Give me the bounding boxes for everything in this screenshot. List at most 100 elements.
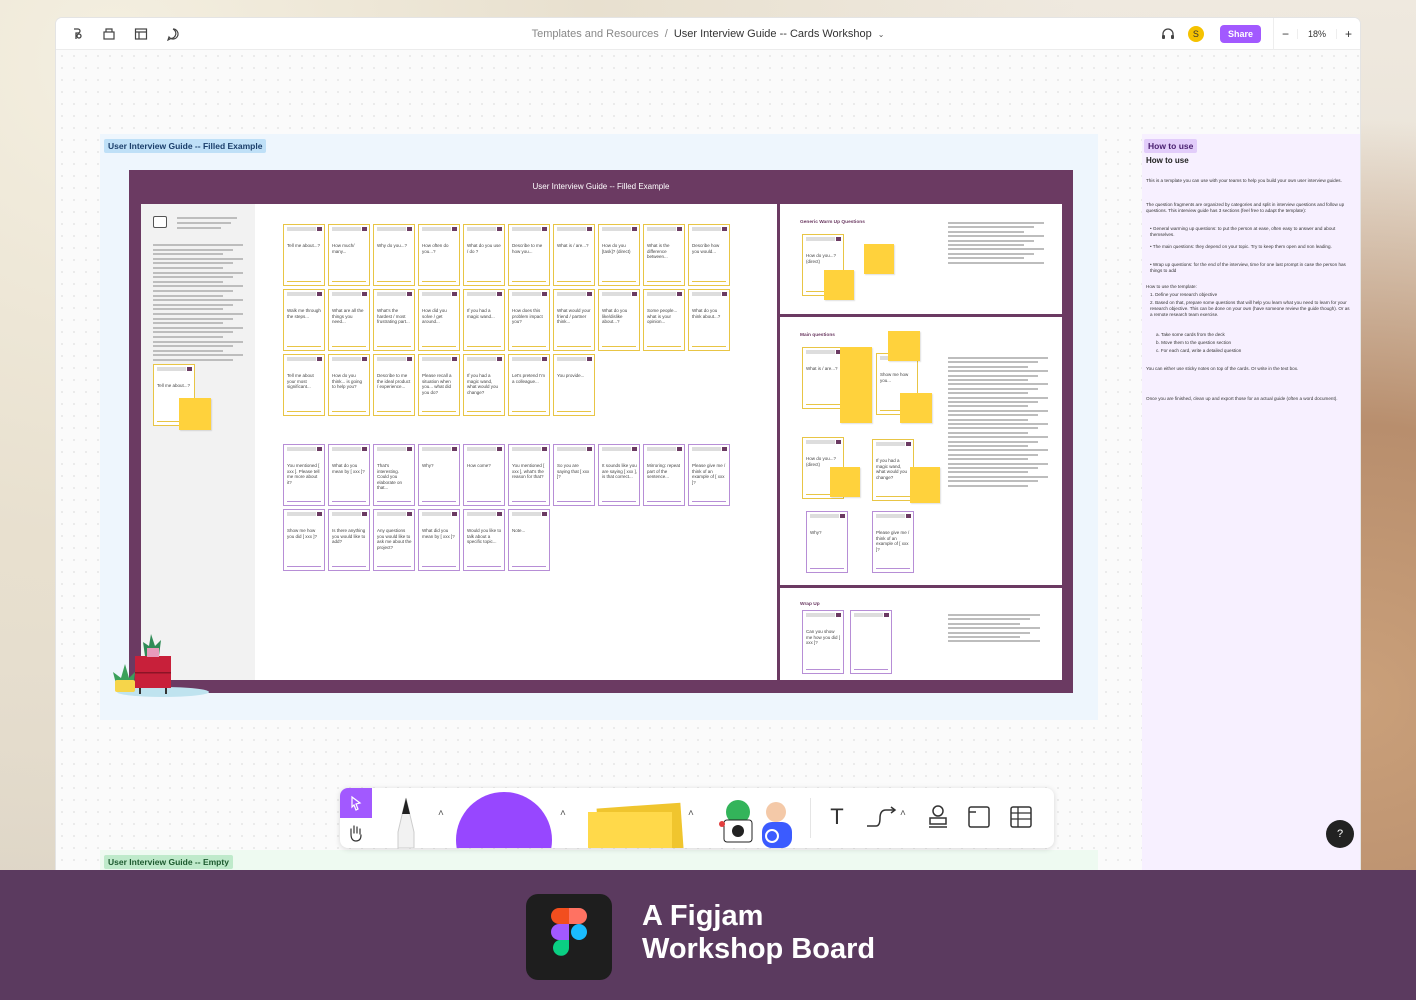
empty-section-frame[interactable] bbox=[100, 850, 1098, 870]
follow-up-card[interactable]: Mirroring: repeat part of the sentence..… bbox=[643, 444, 685, 506]
canvas[interactable]: User Interview Guide -- Filled Example U… bbox=[56, 50, 1360, 870]
follow-up-card[interactable]: Why? bbox=[418, 444, 460, 506]
filled-section-label[interactable]: User Interview Guide -- Filled Example bbox=[104, 139, 267, 153]
main-question-card[interactable]: If you had a magic wand, what would you … bbox=[872, 439, 914, 501]
sticky-note[interactable] bbox=[179, 398, 211, 430]
section-tool[interactable] bbox=[966, 804, 992, 830]
library-icon[interactable] bbox=[100, 25, 118, 43]
question-card[interactable]: How did you solve / get around... bbox=[418, 289, 460, 351]
stamp-tool[interactable] bbox=[926, 804, 950, 830]
sticky-note[interactable] bbox=[900, 393, 932, 423]
question-card[interactable]: What is the difference between... bbox=[643, 224, 685, 286]
shape-tool[interactable] bbox=[456, 792, 552, 848]
question-card[interactable]: If you had a magic wand, what would you … bbox=[463, 354, 505, 416]
empty-section-label[interactable]: User Interview Guide -- Empty bbox=[104, 855, 233, 869]
follow-up-card[interactable]: How come? bbox=[463, 444, 505, 506]
question-card[interactable]: Let's pretend I'm a colleague... bbox=[508, 354, 550, 416]
chevron-up-icon[interactable]: ˄ bbox=[560, 808, 566, 819]
question-card[interactable]: Describe how you would... bbox=[688, 224, 730, 286]
text-line bbox=[948, 480, 1038, 483]
question-card[interactable]: How do you [task]? (direct) bbox=[598, 224, 640, 286]
marker-tool[interactable] bbox=[388, 796, 424, 848]
sticky-note[interactable] bbox=[830, 467, 860, 497]
main-question-card[interactable]: Please give me / think of an example of … bbox=[872, 511, 914, 573]
board-frame[interactable]: User Interview Guide -- Filled Example T… bbox=[113, 170, 1073, 697]
question-card[interactable]: What would your friend / partner think..… bbox=[553, 289, 595, 351]
question-card[interactable]: If you had a magic wand... bbox=[463, 289, 505, 351]
text-tool[interactable]: T bbox=[824, 804, 850, 830]
card-deck-area[interactable]: Tell me about...? Tell me about...? How m… bbox=[141, 204, 777, 680]
chevron-up-icon[interactable]: ˄ bbox=[438, 808, 444, 819]
follow-up-card[interactable]: Note... bbox=[508, 509, 550, 571]
follow-up-card[interactable]: Show me how you did [ xxx ]? bbox=[283, 509, 325, 571]
follow-up-card[interactable]: What did you mean by [ xxx ]? bbox=[418, 509, 460, 571]
question-card[interactable]: Some people... what is your opinion... bbox=[643, 289, 685, 351]
figjam-menu-icon[interactable] bbox=[68, 25, 86, 43]
sticky-note[interactable] bbox=[840, 387, 872, 423]
question-card[interactable]: What do you think about...? bbox=[688, 289, 730, 351]
share-button[interactable]: Share bbox=[1219, 25, 1261, 43]
follow-up-card[interactable]: Any questions you would like to ask me a… bbox=[373, 509, 415, 571]
file-title[interactable]: User Interview Guide -- Cards Workshop bbox=[674, 28, 872, 40]
question-card[interactable]: What do you like/dislike about...? bbox=[598, 289, 640, 351]
question-card[interactable]: You provide... bbox=[553, 354, 595, 416]
stickers-tool[interactable] bbox=[716, 798, 796, 848]
sticky-note[interactable] bbox=[888, 331, 920, 361]
main-question-card[interactable]: Why? bbox=[806, 511, 848, 573]
question-card[interactable]: Tell me about...? bbox=[283, 224, 325, 286]
question-card[interactable]: What's the hardest / most frustrating pa… bbox=[373, 289, 415, 351]
wrap-up-panel[interactable]: Wrap Up Can you show me how you did [ xx… bbox=[780, 588, 1062, 680]
zoom-level[interactable]: 18% bbox=[1296, 29, 1337, 39]
follow-up-card[interactable]: You mentioned [ xxx ], what's the reason… bbox=[508, 444, 550, 506]
howto-label[interactable]: How to use bbox=[1144, 139, 1198, 153]
follow-up-card[interactable]: Please give me / think of an example of … bbox=[688, 444, 730, 506]
question-card[interactable]: How does this problem impact you? bbox=[508, 289, 550, 351]
question-card[interactable]: What do you use / do ? bbox=[463, 224, 505, 286]
main-questions-panel[interactable]: Main questions What is / are...? Show me … bbox=[780, 317, 1062, 585]
layout-icon[interactable] bbox=[132, 25, 150, 43]
chevron-down-icon[interactable]: ⌄ bbox=[878, 30, 885, 39]
headphones-icon[interactable] bbox=[1160, 26, 1176, 42]
zoom-out-button[interactable]: − bbox=[1274, 27, 1297, 41]
howto-section[interactable]: How to use How to use This is a template… bbox=[1142, 134, 1360, 870]
select-tool[interactable] bbox=[340, 788, 372, 818]
help-button[interactable]: ? bbox=[1326, 820, 1354, 848]
sticky-note[interactable] bbox=[840, 347, 872, 387]
hand-tool[interactable] bbox=[340, 818, 372, 848]
question-card[interactable]: What are all the things you need... bbox=[328, 289, 370, 351]
follow-up-card[interactable]: You mentioned [ xxx ]. Please tell me mo… bbox=[283, 444, 325, 506]
avatar[interactable]: S bbox=[1187, 26, 1204, 42]
sticky-tool[interactable] bbox=[584, 798, 684, 848]
zoom-in-button[interactable]: + bbox=[1337, 27, 1360, 41]
follow-up-card[interactable]: What do you mean by [ xxx ]? bbox=[328, 444, 370, 506]
question-card[interactable]: Describe to me how you... bbox=[508, 224, 550, 286]
comment-icon[interactable] bbox=[164, 25, 182, 43]
chevron-up-icon[interactable]: ˄ bbox=[900, 808, 906, 819]
follow-up-card[interactable]: Would you like to talk about a specific … bbox=[463, 509, 505, 571]
sticky-note[interactable] bbox=[910, 467, 940, 503]
follow-up-card[interactable]: Is there anything you would like to add? bbox=[328, 509, 370, 571]
follow-up-card[interactable]: So you are saying that [ xxx ]? bbox=[553, 444, 595, 506]
table-tool[interactable] bbox=[1008, 804, 1034, 830]
question-card[interactable]: How often do you...? bbox=[418, 224, 460, 286]
question-card[interactable]: How much/ many... bbox=[328, 224, 370, 286]
wrap-card-note[interactable] bbox=[850, 610, 892, 674]
warmup-panel[interactable]: Generic Warm Up Questions How do you...?… bbox=[780, 204, 1062, 314]
chevron-up-icon[interactable]: ˄ bbox=[688, 808, 694, 819]
question-card[interactable]: Please recall a situation when you... wh… bbox=[418, 354, 460, 416]
question-card[interactable]: How do you think... is going to help you… bbox=[328, 354, 370, 416]
question-card[interactable]: Why do you...? bbox=[373, 224, 415, 286]
main-question-card[interactable]: What is / are...? bbox=[802, 347, 844, 409]
question-card[interactable]: What is / are...? bbox=[553, 224, 595, 286]
question-card[interactable]: Walk me through the steps... bbox=[283, 289, 325, 351]
question-card[interactable]: Describe to me the ideal product / exper… bbox=[373, 354, 415, 416]
card-question: Tell me about...? bbox=[287, 243, 321, 248]
breadcrumb-parent[interactable]: Templates and Resources bbox=[532, 28, 659, 40]
sticky-note[interactable] bbox=[824, 270, 854, 300]
sticky-note[interactable] bbox=[864, 244, 894, 274]
follow-up-card[interactable]: It sounds like you are saying [ xxx ], i… bbox=[598, 444, 640, 506]
question-card[interactable]: Tell me about your most significant... bbox=[283, 354, 325, 416]
connector-tool[interactable] bbox=[864, 804, 900, 830]
follow-up-card[interactable]: That's interesting. Could you elaborate … bbox=[373, 444, 415, 506]
wrap-card[interactable]: Can you show me how you did [ xxx ]? bbox=[802, 610, 844, 674]
